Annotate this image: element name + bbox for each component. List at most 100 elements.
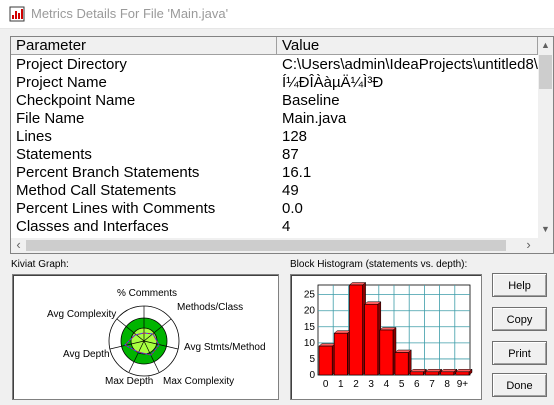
horizontal-scrollbar[interactable]: ‹ › [11,238,538,253]
value-cell: 4 [282,218,291,235]
histogram-y-tick-label: 10 [304,338,316,349]
app-icon [9,6,25,22]
table-row[interactable]: Checkpoint Name Baseline [11,92,538,110]
histogram-bar-top [394,349,412,353]
histogram-bar [409,371,424,376]
histogram-bar [425,371,439,376]
value-cell: C:\Users\admin\IdeaProjects\untitled8\ [282,56,538,73]
kiviat-axis-max-depth: Max Depth [105,376,153,387]
parameter-cell: File Name [16,110,85,127]
histogram-bar-top [348,282,367,286]
table-row[interactable]: Statements 87 [11,146,538,164]
value-cell: Í¼ÐÎÀàµÄ¼Ì³Ð [282,74,384,91]
scroll-up-arrow-icon[interactable]: ▲ [538,39,553,51]
histogram-bar [349,284,363,376]
window-title: Metrics Details For File 'Main.java' [31,6,229,21]
kiviat-axis-methods-per-class: Methods/Class [177,302,243,313]
horizontal-scroll-thumb[interactable] [26,240,506,251]
help-button[interactable]: Help [492,273,547,297]
done-button[interactable]: Done [492,373,547,397]
histogram-y-tick-label: 15 [304,322,316,333]
table-row[interactable]: File Name Main.java [11,110,538,128]
value-cell: 128 [282,128,308,145]
value-cell: 87 [282,146,299,163]
print-button[interactable]: Print [492,341,547,365]
table-row[interactable]: Classes and Interfaces 4 [11,218,538,236]
kiviat-axis-avg-stmts-per-method: Avg Stmts/Method [184,342,266,353]
parameter-cell: Percent Branch Statements [16,164,200,181]
histogram-y-tick-label: 0 [309,370,315,381]
scroll-right-arrow-icon[interactable]: › [523,238,534,251]
histogram-bar-top [439,369,458,373]
histogram-x-tick-label: 1 [338,379,344,390]
kiviat-graph-panel: % Comments Methods/Class Avg Stmts/Metho… [12,274,279,400]
value-cell: 0.0 [282,200,303,217]
kiviat-axis-avg-complexity: Avg Complexity [47,309,116,320]
vertical-scroll-thumb[interactable] [539,55,552,89]
histogram-x-tick-label: 3 [368,379,374,390]
table-rows: Project Directory C:\Users\admin\IdeaProj… [11,56,538,239]
table-row[interactable]: Method Call Statements 49 [11,182,538,200]
parameter-cell: Project Name [16,74,107,91]
copy-button[interactable]: Copy [492,307,547,331]
histogram-bar [455,371,470,376]
kiviat-axis-max-complexity: Max Complexity [163,376,234,387]
parameter-cell: Classes and Interfaces [16,218,169,235]
histogram-y-tick-label: 5 [309,354,315,365]
histogram-x-tick-label: 7 [429,379,435,390]
parameter-cell: Method Call Statements [16,182,177,199]
histogram-y-tick-label: 25 [304,290,316,301]
histogram-x-tick-label: 2 [353,379,359,390]
table-row[interactable]: Percent Branch Statements 16.1 [11,164,538,182]
histogram-bar [318,345,333,376]
histogram-bar-top [409,369,428,373]
kiviat-graph-label: Kiviat Graph: [11,259,69,270]
histogram-x-tick-label: 6 [414,379,420,390]
histogram-bar-top [455,369,473,373]
table-row[interactable]: Lines 128 [11,128,538,146]
parameter-cell: Project Directory [16,56,127,73]
histogram-bar-top [333,330,352,334]
metrics-details-window: Metrics Details For File 'Main.java' Par… [0,0,554,405]
histogram-bar [364,303,379,376]
scroll-corner [538,238,553,253]
block-histogram-chart: 05101520250 1 2 3 4 5 6 7 8 9+ [304,281,473,390]
histogram-bar [394,352,409,376]
kiviat-axis-avg-depth: Avg Depth [63,349,110,360]
parameter-cell: Checkpoint Name [16,92,136,109]
value-cell: Baseline [282,92,340,109]
value-cell: 16.1 [282,164,312,181]
value-cell: Main.java [282,110,347,127]
histogram-bar [440,371,455,376]
column-header-parameter[interactable]: Parameter [11,37,277,55]
histogram-x-tick-label: 4 [384,379,390,390]
table-row[interactable]: Project Name Í¼ÐÎÀàµÄ¼Ì³Ð [11,74,538,92]
block-histogram-label: Block Histogram (statements vs. depth): [290,259,468,270]
kiviat-graph: % Comments Methods/Class Avg Stmts/Metho… [47,288,266,387]
histogram-bar [379,329,394,376]
metrics-table[interactable]: Parameter Value Project Directory C:\User… [10,36,554,254]
kiviat-axis-comments: % Comments [117,288,177,299]
parameter-cell: Statements [16,146,92,163]
histogram-y-tick-label: 20 [304,306,316,317]
histogram-bar-top [363,301,382,305]
parameter-cell: Percent Lines with Comments [16,200,216,217]
value-cell: 49 [282,182,299,199]
block-histogram-panel: 0 5 10 15 20 25 0 1 2 3 4 5 6 7 8 9+ [290,274,482,400]
table-row[interactable]: Percent Lines with Comments 0.0 [11,200,538,218]
histogram-bar-top [318,343,336,347]
histogram-x-tick-label: 5 [399,379,405,390]
scroll-down-arrow-icon[interactable]: ▼ [538,223,553,235]
histogram-bar-top [424,369,443,373]
histogram-x-tick-label: 0 [323,379,329,390]
column-header-value[interactable]: Value [277,37,538,55]
parameter-cell: Lines [16,128,52,145]
table-row[interactable]: Project Directory C:\Users\admin\IdeaProj… [11,56,538,74]
histogram-bar [333,332,348,376]
histogram-x-tick-label: 9+ [457,379,469,390]
vertical-scrollbar[interactable]: ▲ ▼ [538,37,553,238]
title-bar: Metrics Details For File 'Main.java' [0,0,554,29]
histogram-x-tick-label: 8 [444,379,450,390]
scroll-left-arrow-icon[interactable]: ‹ [13,238,24,251]
histogram-bar-top [379,327,397,331]
